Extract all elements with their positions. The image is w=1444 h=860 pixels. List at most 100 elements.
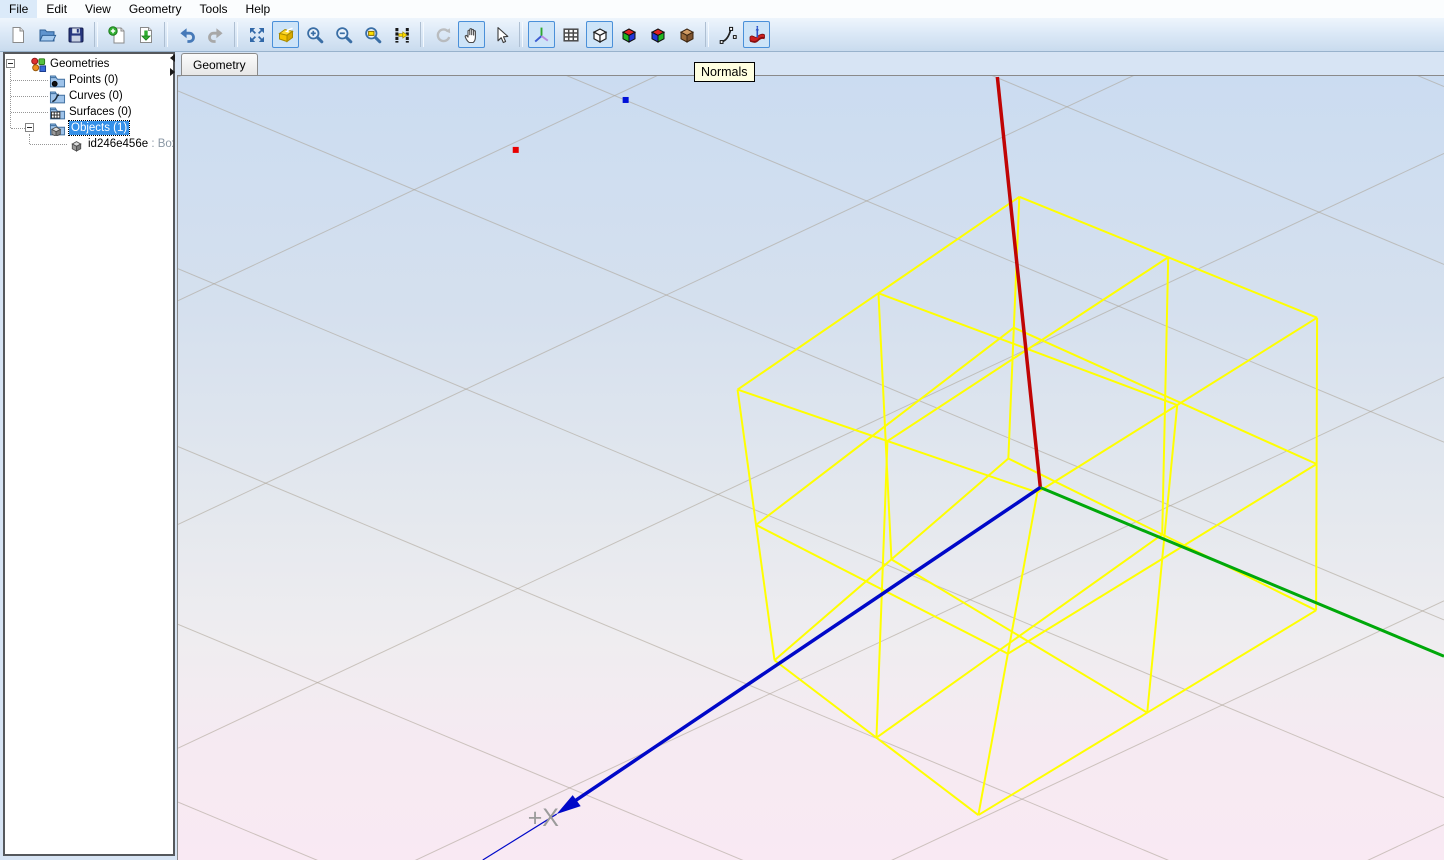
x-axis-label: +X [528,804,560,832]
tree-scroll-left-icon[interactable] [170,54,175,62]
add-document-button[interactable] [103,21,130,48]
point-marker [623,97,629,103]
curve-points-mode-button[interactable] [714,21,741,48]
solid-rgb-flat-view-button[interactable] [644,21,671,48]
box-wireframe-edge [887,257,1168,441]
box-wireframe-edge [1014,328,1317,464]
tree-item-label: Points (0) [69,73,118,87]
tab-strip: Geometry [177,52,1444,75]
menu-help[interactable]: Help [237,0,280,18]
grid-line [178,377,1444,860]
tree-scroll-right-icon[interactable] [170,68,175,76]
geometry-tree-panel: GeometriesPoints (0)Curves (0)Surfaces (… [3,52,175,856]
redo-icon [206,25,226,45]
grid-line [178,624,1444,860]
toolbar-separator [705,22,709,47]
folder-points-icon [49,72,66,88]
tree-item-icon-holder [49,104,66,120]
tree-item-objects[interactable]: Objects (1) [5,120,173,136]
point-marker [513,147,519,153]
grid-line [178,76,1444,87]
expander-minus-icon[interactable] [6,59,15,68]
save-file-button[interactable] [62,21,89,48]
solid-rgb-view-icon [619,25,639,45]
tooltip: Normals [694,62,755,82]
zoom-out-button[interactable] [330,21,357,48]
open-file-button[interactable] [33,21,60,48]
tree-item-label: Curves (0) [69,89,123,103]
z-axis [997,77,1040,487]
viewport-3d[interactable]: +X [177,75,1444,860]
geometries-icon [30,56,47,72]
menu-geometry[interactable]: Geometry [120,0,191,18]
tree-item-icon-holder [49,120,66,136]
new-file-icon [8,25,28,45]
solid-plain-view-icon [677,25,697,45]
grid-line [178,447,1444,860]
zoom-out-icon [334,25,354,45]
axes-toggle-button[interactable] [528,21,555,48]
tab-geometry[interactable]: Geometry [181,53,258,75]
expander-minus-icon[interactable] [25,123,34,132]
wireframe-view-icon [590,25,610,45]
grid-line [178,601,1444,860]
select-mode-icon [491,25,511,45]
add-document-icon [107,25,127,45]
grid-line [178,76,1444,77]
open-file-icon [37,25,57,45]
menu-file[interactable]: File [0,0,37,18]
tooltip-text: Normals [701,65,748,79]
toolbar-separator [94,22,98,47]
tree-item-geometries[interactable]: Geometries [5,56,173,72]
zoom-fit-button[interactable] [243,21,270,48]
redo-button[interactable] [202,21,229,48]
new-file-button[interactable] [4,21,31,48]
tree-guide-line [11,80,48,81]
rotate-view-button[interactable] [429,21,456,48]
grid-toggle-button[interactable] [557,21,584,48]
toolbar-separator [164,22,168,47]
tree-item-label: id246e456e : Box [88,137,173,151]
geometry-tree: GeometriesPoints (0)Curves (0)Surfaces (… [5,54,173,854]
zoom-window-button[interactable] [359,21,386,48]
pan-view-button[interactable] [458,21,485,48]
normals-toggle-button[interactable] [743,21,770,48]
zoom-in-button[interactable] [301,21,328,48]
menu-edit[interactable]: Edit [37,0,76,18]
scene-canvas[interactable]: +X [178,76,1444,860]
tree-item-label: Geometries [50,57,109,71]
import-document-icon [136,25,156,45]
folder-surfaces-icon [49,104,66,120]
toolbar [0,18,1444,52]
import-document-button[interactable] [132,21,159,48]
update-view-icon [392,25,412,45]
tree-guide-line [11,96,48,97]
undo-button[interactable] [173,21,200,48]
tree-guide-line [30,144,67,145]
menu-bar: FileEditViewGeometryToolsHelp [0,0,1444,18]
wireframe-view-button[interactable] [586,21,613,48]
normals-toggle-icon [747,25,767,45]
tree-item-icon-holder [49,88,66,104]
tree-guide-line [10,69,11,128]
tree-guide-line [11,128,25,129]
perspective-view-button[interactable] [272,21,299,48]
menu-tools[interactable]: Tools [191,0,237,18]
solid-plain-view-button[interactable] [673,21,700,48]
tree-item-icon-holder [49,72,66,88]
solid-rgb-view-button[interactable] [615,21,642,48]
zoom-window-icon [363,25,383,45]
grid-line [178,76,1444,301]
curve-points-mode-icon [718,25,738,45]
tree-guide-line [11,112,48,113]
toolbar-separator [234,22,238,47]
application-window: { "menubar": { "items": ["File", "Edit",… [0,0,1444,860]
update-view-button[interactable] [388,21,415,48]
box-wireframe-edge [756,525,1008,654]
select-mode-button[interactable] [487,21,514,48]
tree-item-label: Objects (1) [69,121,129,135]
perspective-view-icon [276,25,296,45]
toolbar-separator [420,22,424,47]
pan-view-icon [462,25,482,45]
menu-view[interactable]: View [76,0,120,18]
